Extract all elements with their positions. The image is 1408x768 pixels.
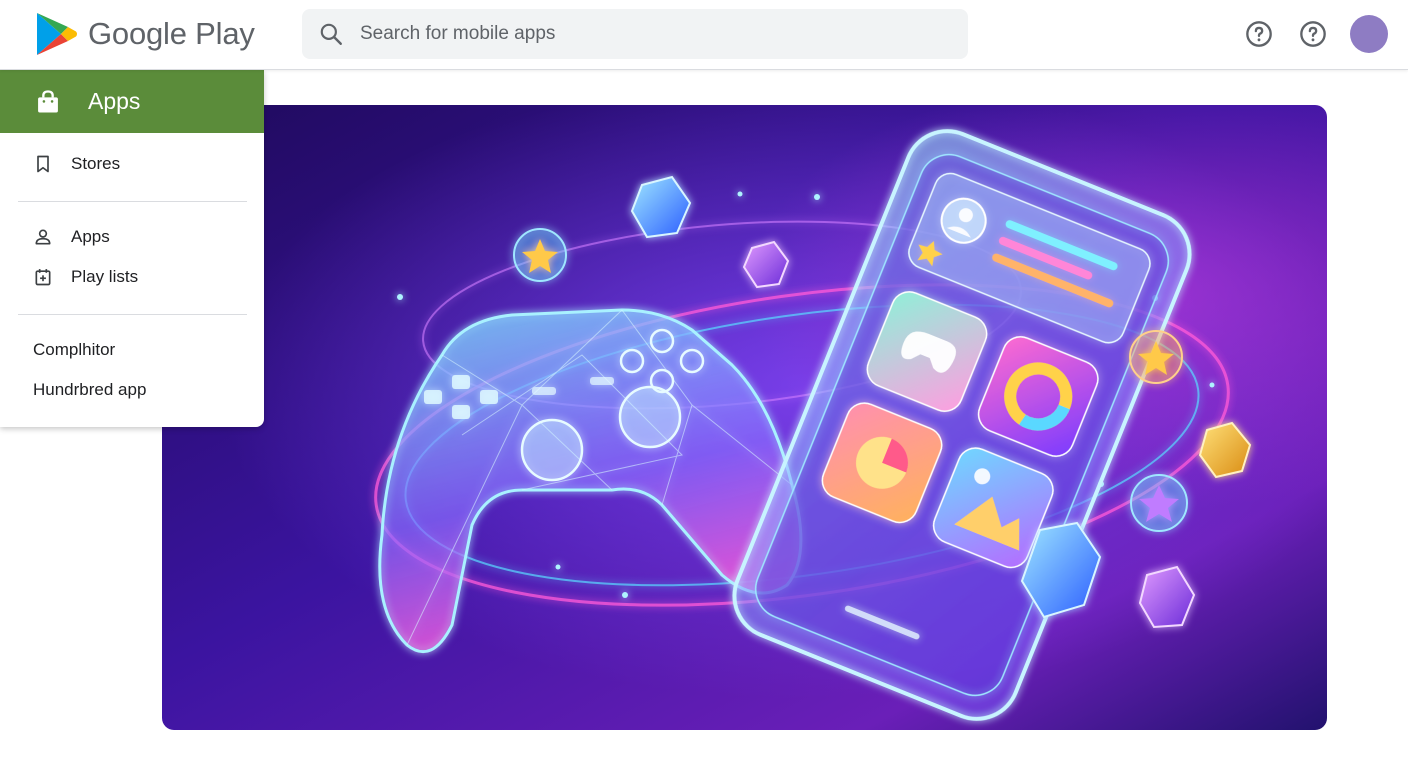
drawer-item-hundrbred-app[interactable]: Hundrbred app: [0, 372, 264, 408]
drawer-item-apps-active[interactable]: Apps: [0, 70, 264, 133]
drawer-item-label: Play lists: [71, 267, 139, 286]
hero-illustration: [162, 105, 1327, 730]
calendar-add-icon: [35, 269, 51, 286]
drawer-divider: [18, 314, 247, 315]
top-app-bar: Google Play: [0, 0, 1408, 70]
search-input[interactable]: [360, 19, 940, 49]
drawer-item-label: Apps: [88, 88, 141, 114]
play-triangle-icon: [37, 13, 77, 55]
google-play-logo[interactable]: Google Play: [34, 11, 255, 57]
bookmark-icon: [37, 155, 49, 173]
drawer-item-stores[interactable]: Stores: [0, 146, 264, 182]
drawer-item-label: Apps: [71, 227, 110, 246]
account-avatar[interactable]: [1350, 15, 1388, 53]
drawer-item-apps[interactable]: Apps: [0, 219, 264, 255]
drawer-item-label: Stores: [71, 154, 121, 173]
help-circle-icon[interactable]: [1245, 20, 1273, 48]
person-icon: [35, 229, 51, 245]
drawer-divider: [18, 201, 247, 202]
help-circle-icon-secondary[interactable]: [1299, 20, 1327, 48]
hero-banner[interactable]: [162, 105, 1327, 730]
drawer-item-complhitor[interactable]: Complhitor: [0, 332, 264, 368]
drawer-item-play-lists[interactable]: Play lists: [0, 259, 264, 295]
logo-text: Google Play: [88, 16, 255, 51]
search-bar[interactable]: [302, 9, 968, 59]
search-icon[interactable]: [318, 21, 344, 47]
navigation-drawer: Apps Stores Apps Play lists Complhitor H…: [0, 70, 264, 427]
drawer-item-label: Complhitor: [33, 340, 116, 359]
shopping-bag-icon: [38, 89, 58, 112]
drawer-item-label: Hundrbred app: [33, 380, 147, 399]
